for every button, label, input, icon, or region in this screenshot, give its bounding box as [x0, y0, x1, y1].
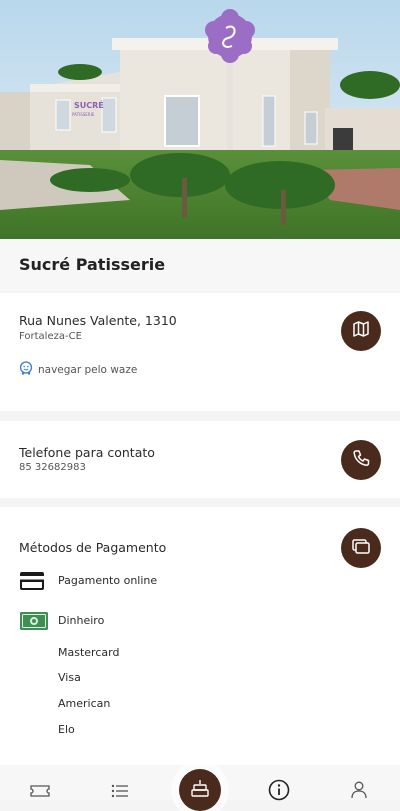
address-street: Rua Nunes Valente, 1310: [19, 313, 177, 328]
store-sign: SUCRÉ: [74, 99, 104, 110]
call-button[interactable]: [341, 440, 381, 480]
card-brand: Visa: [58, 671, 81, 684]
map-button[interactable]: [341, 311, 381, 351]
payment-button[interactable]: [341, 528, 381, 568]
card-brand: Elo: [58, 723, 75, 736]
payment-card: Métodos de Pagamento Pagamento online Di…: [0, 507, 400, 765]
phone-number: 85 32682983: [19, 462, 86, 473]
credit-card-icon: [19, 571, 45, 595]
phone-card: Telefone para contato 85 32682983: [0, 421, 400, 498]
cake-icon: [190, 778, 210, 802]
address-card: Rua Nunes Valente, 1310 Fortaleza-CE nav…: [0, 293, 400, 411]
store-sign-sub: PATISSERIE: [72, 112, 95, 117]
card-brand: American: [58, 697, 111, 710]
cards-icon: [351, 536, 371, 560]
card-brand: Mastercard: [58, 646, 120, 659]
payment-method-online: Pagamento online: [19, 571, 157, 595]
phone-label: Telefone para contato: [19, 445, 155, 460]
store-name: Sucré Patisserie: [19, 255, 166, 274]
waze-link[interactable]: navegar pelo waze: [19, 361, 137, 378]
map-icon: [351, 319, 371, 343]
payment-method-label: Dinheiro: [58, 614, 105, 627]
list-icon[interactable]: [111, 783, 129, 802]
info-icon[interactable]: [268, 779, 290, 805]
phone-icon: [351, 448, 371, 472]
store-photo: SUCRÉ PATISSERIE: [0, 0, 400, 239]
address-city: Fortaleza-CE: [19, 331, 82, 342]
waze-icon: [19, 361, 33, 378]
payment-method-label: Pagamento online: [58, 574, 158, 587]
menu-cake-button[interactable]: [179, 769, 221, 811]
payment-title: Métodos de Pagamento: [19, 540, 167, 555]
store-title-bar: Sucré Patisserie: [0, 239, 400, 291]
cash-icon: [19, 610, 49, 636]
payment-method-cash: Dinheiro: [19, 610, 104, 636]
waze-label: navegar pelo waze: [38, 363, 138, 376]
ticket-icon[interactable]: [30, 783, 50, 802]
